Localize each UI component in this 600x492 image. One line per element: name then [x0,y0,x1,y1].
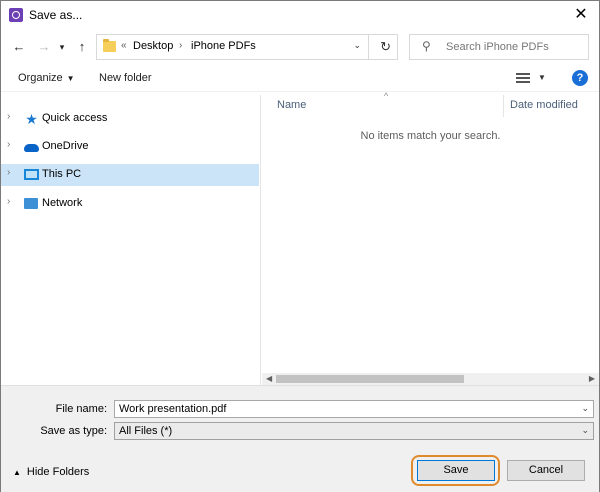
organize-label: Organize [18,72,63,84]
cloud-icon [24,144,39,152]
tree-item-this-pc[interactable]: › This PC [1,164,259,186]
save-button[interactable]: Save [417,460,495,481]
tree-item-onedrive[interactable]: › OneDrive [1,136,259,158]
save-type-select[interactable]: All Files (*) ⌄ [114,422,594,440]
hide-folders-button[interactable]: ▲ Hide Folders [13,466,89,478]
title-bar: Save as... ✕ [1,1,599,29]
column-header-date-modified[interactable]: Date modified [510,99,578,111]
tree-item-label: Quick access [42,112,108,124]
window-title: Save as... [29,8,83,22]
file-name-value: Work presentation.pdf [119,403,227,415]
save-type-dropdown-icon[interactable]: ⌄ [581,425,589,436]
search-box[interactable]: ⚲ Search iPhone PDFs [409,34,589,60]
sort-caret-icon: ^ [384,91,389,101]
expand-chevron-icon[interactable]: › [7,139,10,150]
hide-folders-label: Hide Folders [26,466,90,478]
breadcrumb-iphone-pdfs[interactable]: iPhone PDFs [191,40,256,52]
expand-chevron-icon[interactable]: › [7,196,10,207]
back-arrow-icon[interactable]: ← [10,37,28,57]
address-overflow-chevrons[interactable]: « [121,40,127,51]
tree-item-quick-access[interactable]: › ★ Quick access [1,108,259,130]
organize-caret-icon: ▼ [66,74,75,83]
tree-item-label: Network [42,197,83,209]
address-divider [368,35,369,59]
scrollbar-thumb[interactable] [276,375,464,383]
refresh-icon[interactable]: ↻ [380,39,391,55]
up-arrow-icon[interactable]: ↑ [73,37,91,57]
search-placeholder: Search iPhone PDFs [446,41,549,53]
cancel-button[interactable]: Cancel [507,460,585,481]
organize-button[interactable]: Organize ▼ [18,72,75,84]
breadcrumb-desktop[interactable]: Desktop [133,40,173,52]
file-list: ^ Name Date modified No items match your… [262,91,599,385]
tree-item-label: OneDrive [42,140,89,152]
network-icon [24,198,38,209]
search-icon: ⚲ [422,39,431,53]
expand-chevron-icon[interactable]: › [7,167,10,178]
forward-arrow-icon[interactable]: → [35,37,53,57]
empty-results-message: No items match your search. [360,130,501,142]
collapse-caret-icon: ▲ [13,468,21,477]
column-header-name[interactable]: Name [277,99,306,111]
save-form: File name: Work presentation.pdf ⌄ Save … [1,385,599,492]
save-type-value: All Files (*) [119,425,173,437]
save-type-label: Save as type: [40,425,107,437]
address-bar[interactable]: « Desktop › iPhone PDFs ⌄ ↻ [96,34,398,60]
file-name-input[interactable]: Work presentation.pdf ⌄ [114,400,594,418]
tree-item-network[interactable]: › Network [1,193,259,215]
save-as-dialog: Save as... ✕ ← → ▾ ↑ « Desktop › iPhone … [0,0,600,492]
command-toolbar: Organize ▼ New folder ▼ ? [1,67,599,92]
breadcrumb-separator-icon[interactable]: › [179,40,182,51]
close-icon[interactable]: ✕ [571,5,591,25]
new-folder-button[interactable]: New folder [99,72,152,84]
column-divider[interactable] [503,95,504,117]
app-icon [9,8,23,22]
file-name-label: File name: [55,403,107,415]
scroll-left-icon[interactable]: ◀ [266,374,272,383]
address-dropdown-icon[interactable]: ⌄ [353,40,361,51]
tree-item-label: This PC [42,168,82,180]
computer-icon [24,169,39,180]
view-options-caret-icon[interactable]: ▼ [538,73,546,82]
folder-icon [103,39,116,52]
expand-chevron-icon[interactable]: › [7,111,10,122]
navigation-pane: › ★ Quick access › OneDrive › This PC › … [1,95,261,385]
view-options-icon[interactable] [516,73,530,83]
file-name-dropdown-icon[interactable]: ⌄ [581,403,589,414]
horizontal-scrollbar[interactable]: ◀ ▶ [262,373,599,385]
navigation-bar: ← → ▾ ↑ « Desktop › iPhone PDFs ⌄ ↻ ⚲ Se… [1,31,599,65]
scroll-right-icon[interactable]: ▶ [589,374,595,383]
help-icon[interactable]: ? [572,70,588,86]
star-icon: ★ [25,111,38,127]
recent-locations-chevron-icon[interactable]: ▾ [57,37,67,57]
